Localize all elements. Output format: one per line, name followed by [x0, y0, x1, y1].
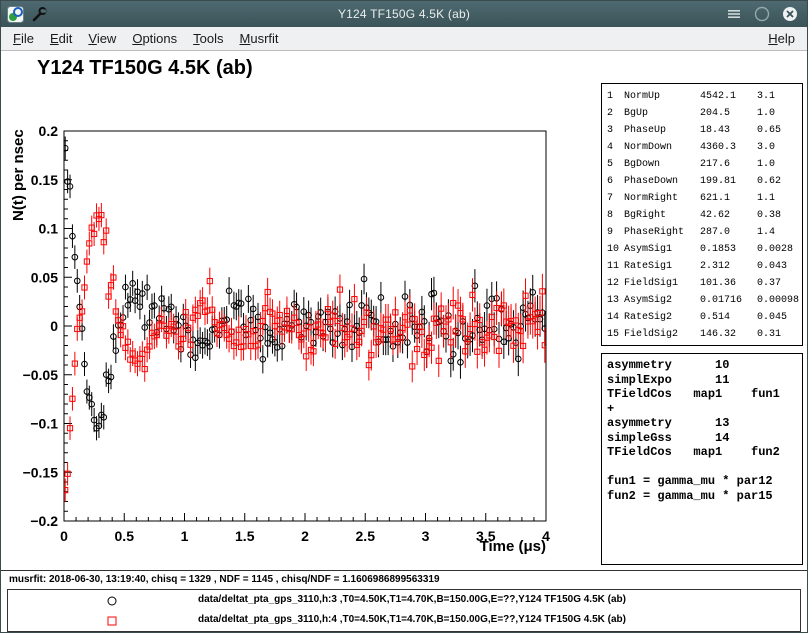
stat-row: 4NormDown4360.33.0	[602, 139, 802, 156]
menubar: FileEditViewOptionsToolsMusrfit Help	[1, 27, 807, 51]
stat-row: 1NormUp4542.13.1	[602, 88, 802, 105]
stat-row: 3PhaseUp18.430.65	[602, 122, 802, 139]
circle-marker-icon	[105, 594, 119, 608]
menu-item-file[interactable]: File	[5, 31, 42, 46]
legend-label: data/deltat_pta_gps_3110,h:4 ,T0=4.50K,T…	[198, 614, 626, 625]
theory-line: asymmetry 10	[607, 358, 802, 373]
theory-line: simpleGss 14	[607, 431, 802, 446]
theory-line: TFieldCos map1 fun1	[607, 387, 802, 402]
svg-text:0.5: 0.5	[115, 528, 135, 544]
menu-item-options[interactable]: Options	[124, 31, 185, 46]
plot-area[interactable]: 00.511.522.533.54−0.2−0.15−0.1−0.0500.05…	[1, 113, 571, 563]
series-circle	[62, 136, 547, 440]
svg-text:−0.15: −0.15	[23, 464, 59, 480]
menu-item-tools[interactable]: Tools	[185, 31, 231, 46]
stat-row: 7NormRight621.11.1	[602, 190, 802, 207]
svg-text:0: 0	[60, 528, 68, 544]
legend-box[interactable]: data/deltat_pta_gps_3110,h:3 ,T0=4.50K,T…	[7, 589, 801, 632]
menu-item-view[interactable]: View	[80, 31, 124, 46]
svg-text:0: 0	[50, 318, 58, 334]
close-icon[interactable]	[781, 5, 799, 23]
stat-row: 8BgRight42.620.38	[602, 207, 802, 224]
svg-text:0.2: 0.2	[39, 123, 59, 139]
theory-line: simplExpo 11	[607, 373, 802, 388]
stat-row: 12FieldSig1101.360.37	[602, 275, 802, 292]
svg-text:2.5: 2.5	[356, 528, 376, 544]
svg-text:1: 1	[181, 528, 189, 544]
menu-item-musrfit[interactable]: Musrfit	[232, 31, 287, 46]
svg-text:3: 3	[422, 528, 430, 544]
maximize-icon[interactable]	[753, 5, 771, 23]
stat-row: 11RateSig12.3120.043	[602, 258, 802, 275]
svg-text:−0.2: −0.2	[30, 513, 58, 529]
theory-line: TFieldCos map1 fun2	[607, 445, 802, 460]
stat-row: 9PhaseRight287.01.4	[602, 224, 802, 241]
menu-item-help[interactable]: Help	[756, 31, 807, 46]
window-menu-icon[interactable]	[725, 5, 743, 23]
stats-box[interactable]: 1NormUp4542.13.12BgUp204.51.03PhaseUp18.…	[601, 83, 803, 346]
theory-line: asymmetry 13	[607, 416, 802, 431]
wrench-icon	[31, 6, 48, 23]
svg-text:2: 2	[301, 528, 309, 544]
plot-title: Y124 TF150G 4.5K (ab)	[37, 57, 253, 80]
theory-box[interactable]: asymmetry 10simplExpo 11TFieldCos map1 f…	[601, 353, 803, 565]
svg-text:−0.05: −0.05	[23, 367, 59, 383]
theory-line: fun1 = gamma_mu * par12	[607, 474, 802, 489]
legend-entry: data/deltat_pta_gps_3110,h:3 ,T0=4.50K,T…	[8, 591, 800, 611]
stat-row: 6PhaseDown199.810.62	[602, 173, 802, 190]
svg-text:1.5: 1.5	[235, 528, 255, 544]
theory-line	[607, 460, 802, 475]
y-axis-title: N(t) per nsec	[10, 129, 27, 221]
stat-row: 15FieldSig2146.320.31	[602, 326, 802, 343]
legend-label: data/deltat_pta_gps_3110,h:3 ,T0=4.50K,T…	[198, 594, 626, 605]
stat-row: 2BgUp204.51.0	[602, 105, 802, 122]
window-title: Y124 TF150G 4.5K (ab)	[1, 7, 807, 21]
svg-text:0.15: 0.15	[31, 172, 58, 188]
square-marker-icon	[105, 614, 119, 628]
stat-row: 14RateSig20.5140.045	[602, 309, 802, 326]
footer-divider	[1, 570, 807, 571]
legend-entry: data/deltat_pta_gps_3110,h:4 ,T0=4.50K,T…	[8, 611, 800, 631]
theory-line: +	[607, 402, 802, 417]
x-axis-title: Time (μs)	[480, 538, 546, 555]
menu-items: FileEditViewOptionsToolsMusrfit	[1, 31, 287, 46]
svg-text:0.05: 0.05	[31, 269, 58, 285]
series-square	[63, 203, 548, 502]
stat-row: 10AsymSig10.18530.0028	[602, 241, 802, 258]
app-icon	[7, 6, 24, 23]
svg-text:−0.1: −0.1	[30, 416, 58, 432]
root-canvas: Y124 TF150G 4.5K (ab) 00.511.522.533.54−…	[1, 51, 807, 633]
stat-row: 13AsymSig20.017160.00098	[602, 292, 802, 309]
theory-line: fun2 = gamma_mu * par15	[607, 489, 802, 504]
menu-item-edit[interactable]: Edit	[42, 31, 80, 46]
app-window: Y124 TF150G 4.5K (ab)	[0, 0, 808, 633]
stat-row: 5BgDown217.61.0	[602, 156, 802, 173]
fit-info: musrfit: 2018-06-30, 13:19:40, chisq = 1…	[9, 574, 440, 585]
svg-text:0.1: 0.1	[39, 221, 59, 237]
titlebar[interactable]: Y124 TF150G 4.5K (ab)	[1, 1, 807, 27]
